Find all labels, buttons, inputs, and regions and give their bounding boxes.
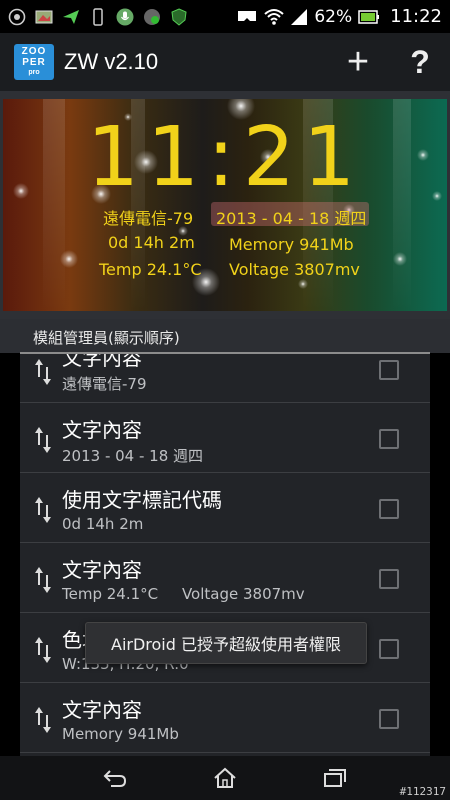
list-item[interactable]: 文字內容 Memory 941Mb <box>20 683 430 753</box>
toast-message: AirDroid 已授予超級使用者權限 <box>85 622 367 664</box>
list-item-title: 使用文字標記代碼 <box>62 488 222 512</box>
list-item[interactable]: 文字內容 2013 - 04 - 18 週四 <box>20 403 430 473</box>
watermark: #112317 <box>399 785 446 798</box>
module-manager-header: 模組管理員(顯示順序) <box>0 319 450 353</box>
drag-handle-icon[interactable] <box>34 357 52 387</box>
module-list[interactable]: 文字內容 遠傳電信-79 文字內容 2013 - 04 - 18 週四 使用文字… <box>20 354 430 756</box>
android-shield-icon <box>171 7 187 26</box>
preview-date: 2013 - 04 - 18 週四 <box>216 209 367 228</box>
mic-icon <box>116 8 134 25</box>
vr-headset-icon <box>238 10 257 21</box>
status-time: 11:22 <box>390 6 442 27</box>
logo-line2: PER <box>22 57 46 68</box>
list-item-title: 文字內容 <box>62 558 142 582</box>
battery-icon <box>358 9 380 24</box>
app-title: ZW v2.10 <box>64 49 159 74</box>
list-item[interactable]: 使用文字標記代碼 0d 14h 2m <box>20 473 430 543</box>
module-checkbox[interactable] <box>379 569 399 589</box>
preview-temp: Temp 24.1°C <box>99 260 202 279</box>
preview-memory: Memory 941Mb <box>229 235 354 254</box>
wifi-icon <box>264 8 284 25</box>
dashclock-icon <box>8 8 26 25</box>
module-checkbox[interactable] <box>379 360 399 380</box>
battery-percent: 62% <box>314 6 353 27</box>
logo-line1: ZOO <box>21 46 47 57</box>
status-bar: 62% 11:22 <box>0 0 450 33</box>
drag-handle-icon[interactable] <box>34 425 52 455</box>
list-item-subtitle: Temp 24.1°C Voltage 3807mv <box>62 585 305 603</box>
preview-voltage: Voltage 3807mv <box>229 260 360 279</box>
module-checkbox[interactable] <box>379 499 399 519</box>
app-logo[interactable]: ZOO PER pro <box>14 44 54 80</box>
list-item-subtitle: 0d 14h 2m <box>62 515 144 533</box>
drag-handle-icon[interactable] <box>34 565 52 595</box>
system-status: 62% 11:22 <box>236 6 442 27</box>
list-item-subtitle: 遠傳電信-79 <box>62 375 147 393</box>
help-icon: ? <box>410 43 430 80</box>
logo-line3: pro <box>28 69 40 76</box>
module-checkbox[interactable] <box>379 429 399 449</box>
recent-apps-button[interactable] <box>315 763 355 793</box>
drag-handle-icon[interactable] <box>34 705 52 735</box>
list-item-subtitle: 2013 - 04 - 18 週四 <box>62 447 204 465</box>
preview-uptime: 0d 14h 2m <box>108 233 195 252</box>
widget-preview-container: 11:21 遠傳電信-79 2013 - 04 - 18 週四 0d 14h 2… <box>0 91 450 319</box>
navigation-bar: #112317 <box>0 756 450 800</box>
widget-preview[interactable]: 11:21 遠傳電信-79 2013 - 04 - 18 週四 0d 14h 2… <box>3 99 447 311</box>
home-icon <box>214 767 236 788</box>
send-icon <box>63 9 79 24</box>
drag-handle-icon[interactable] <box>34 635 52 665</box>
home-button[interactable] <box>205 763 245 793</box>
list-item-title: 文字內容 <box>62 698 142 722</box>
back-icon <box>103 770 127 787</box>
add-icon: + <box>346 40 370 83</box>
recent-apps-icon <box>324 769 346 787</box>
list-item[interactable]: 文字內容 遠傳電信-79 <box>20 354 430 403</box>
notification-icons <box>8 7 188 26</box>
list-item-title: 文字內容 <box>62 354 142 370</box>
photo-icon <box>35 10 53 23</box>
signal-icon <box>291 8 308 25</box>
speed-icon <box>144 8 160 25</box>
phone-icon <box>93 7 103 26</box>
clock-display: 11:21 <box>86 110 364 205</box>
list-item-subtitle: Memory 941Mb <box>62 725 179 743</box>
module-checkbox[interactable] <box>379 709 399 729</box>
list-item-title: 文字內容 <box>62 418 142 442</box>
drag-handle-icon[interactable] <box>34 495 52 525</box>
module-checkbox[interactable] <box>379 639 399 659</box>
preview-carrier: 遠傳電信-79 <box>103 209 194 228</box>
list-item[interactable]: 文字內容 Temp 24.1°C Voltage 3807mv <box>20 543 430 613</box>
back-button[interactable] <box>95 763 135 793</box>
action-bar: ZOO PER pro ZW v2.10 + ? <box>0 33 450 91</box>
add-button[interactable]: + <box>326 33 390 91</box>
help-button[interactable]: ? <box>390 33 450 91</box>
